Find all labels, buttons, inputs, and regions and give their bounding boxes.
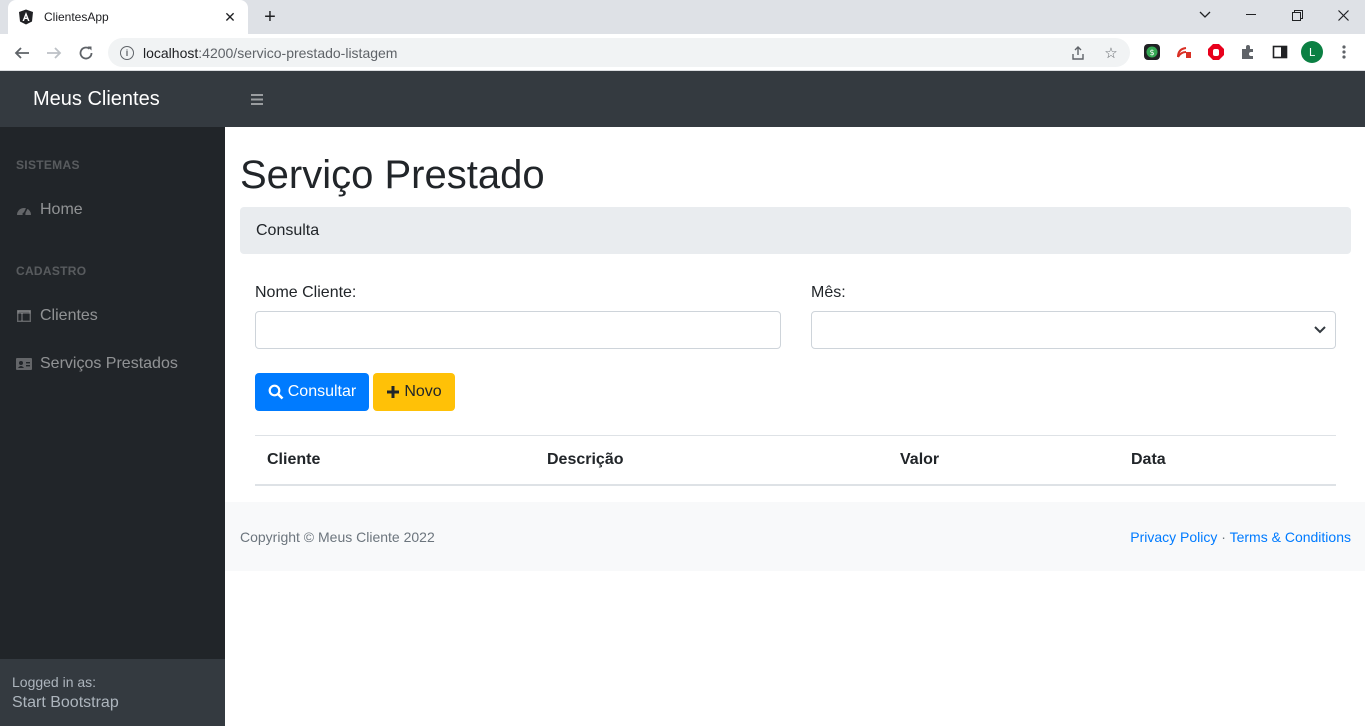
novo-label: Novo [404, 383, 442, 400]
nome-cliente-input[interactable] [255, 311, 781, 349]
logged-in-label: Logged in as: [12, 674, 97, 690]
plus-icon [386, 385, 400, 399]
table-header-data: Data [1131, 451, 1166, 468]
sidebar-item-label: Serviços Prestados [40, 355, 178, 372]
sidebar-heading-sistemas: SISTEMAS [16, 158, 80, 172]
menu-dots-icon[interactable] [1334, 42, 1354, 62]
browser-tab-strip: ClientesApp ✕ + [0, 0, 1365, 34]
logged-in-user: Start Bootstrap [12, 694, 119, 711]
tab-title: ClientesApp [44, 10, 109, 24]
url-path: :4200/servico-prestado-listagem [198, 44, 398, 61]
svg-text:L: L [1309, 46, 1316, 59]
top-navbar [225, 71, 1365, 127]
sidebar-item-clientes[interactable]: Clientes [16, 307, 98, 325]
angular-icon [18, 9, 34, 25]
sidebar-footer: Logged in as: Start Bootstrap [0, 659, 225, 726]
restore-icon[interactable] [1274, 0, 1320, 30]
id-card-icon [16, 356, 32, 372]
chevron-down-icon [1313, 322, 1327, 336]
main-content: Serviço Prestado Consulta Nome Cliente: … [225, 127, 1365, 726]
sidebar-heading-cadastro: CADASTRO [16, 264, 87, 278]
side-panel-icon[interactable] [1270, 42, 1290, 62]
copyright-text: Copyright © Meus Cliente 2022 [240, 529, 435, 545]
navbar-brand[interactable]: Meus Clientes [0, 71, 225, 127]
browser-toolbar: i localhost:4200/servico-prestado-listag… [0, 34, 1365, 71]
consultar-label: Consultar [287, 383, 357, 400]
sidebar-item-label: Home [40, 201, 83, 218]
chevron-down-icon[interactable] [1182, 0, 1228, 30]
table-header-valor: Valor [900, 451, 940, 468]
site-info-icon[interactable]: i [120, 45, 134, 60]
sidebar-toggle-icon[interactable] [249, 89, 265, 109]
footer-links: Privacy Policy · Terms & Conditions [1130, 529, 1351, 545]
search-icon [268, 384, 284, 400]
table-header-cliente: Cliente [267, 451, 321, 468]
browser-tab[interactable]: ClientesApp ✕ [8, 0, 248, 34]
minimize-icon[interactable] [1228, 0, 1274, 30]
table-header-border [255, 484, 1336, 486]
address-bar[interactable]: i localhost:4200/servico-prestado-listag… [108, 38, 1130, 67]
page-title: Serviço Prestado [240, 153, 545, 197]
cast-extension-icon[interactable] [1174, 42, 1194, 62]
table-icon [16, 308, 32, 324]
sidebar-item-label: Clientes [40, 307, 98, 324]
nome-cliente-label: Nome Cliente: [255, 284, 357, 301]
sidebar: SISTEMAS Home CADASTRO Clientes Serviços… [0, 127, 225, 659]
forward-icon[interactable] [40, 39, 68, 67]
back-icon[interactable] [8, 39, 36, 67]
url-host: localhost [143, 44, 199, 61]
novo-button[interactable]: Novo [373, 373, 455, 411]
breadcrumb: Consulta [240, 207, 1351, 254]
share-icon[interactable] [1069, 44, 1087, 62]
puzzle-icon[interactable] [1238, 42, 1258, 62]
table-top-border [255, 435, 1336, 436]
mes-label: Mês: [811, 284, 846, 301]
terms-link[interactable]: Terms & Conditions [1230, 529, 1351, 545]
tachometer-icon [16, 202, 32, 218]
page-footer: Copyright © Meus Cliente 2022 Privacy Po… [225, 502, 1365, 571]
profile-avatar[interactable]: L [1300, 40, 1324, 64]
breadcrumb-item: Consulta [256, 221, 320, 239]
adblock-icon[interactable] [1206, 42, 1226, 62]
close-icon[interactable]: ✕ [222, 9, 238, 25]
sidebar-item-home[interactable]: Home [16, 201, 83, 219]
window-close-icon[interactable] [1320, 0, 1365, 30]
brand-text: Meus Clientes [33, 87, 160, 110]
star-icon[interactable]: ☆ [1102, 44, 1120, 62]
footer-separator: · [1221, 529, 1226, 545]
sidebar-item-servicos-prestados[interactable]: Serviços Prestados [16, 355, 178, 373]
svg-text:$: $ [1149, 48, 1154, 57]
extension-green-icon[interactable]: $ [1142, 42, 1162, 62]
reload-icon[interactable] [72, 39, 100, 67]
new-tab-icon[interactable]: + [258, 5, 282, 29]
mes-select[interactable] [811, 311, 1336, 349]
privacy-policy-link[interactable]: Privacy Policy [1130, 529, 1217, 545]
table-header-descricao: Descrição [547, 451, 624, 468]
consultar-button[interactable]: Consultar [255, 373, 369, 411]
